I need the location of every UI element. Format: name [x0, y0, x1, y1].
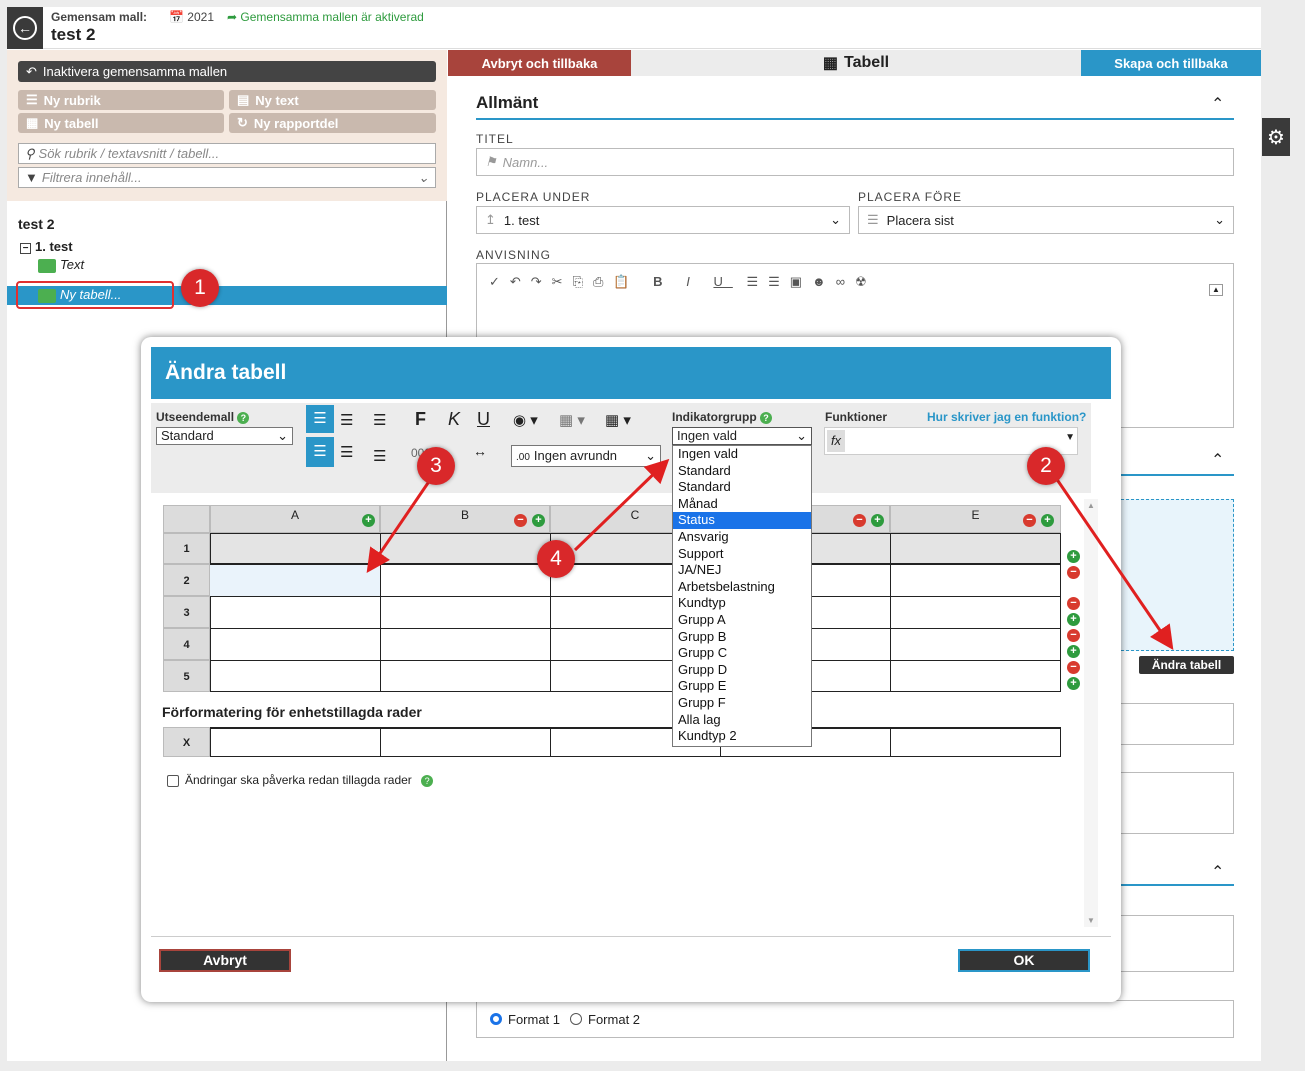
step-badge-1: 1 [181, 269, 219, 307]
arrow-3 [366, 479, 432, 573]
annotation-arrows [366, 458, 1174, 650]
arrow-2 [1054, 477, 1174, 650]
step-badge-3: 3 [417, 447, 455, 485]
step-badge-4: 4 [537, 540, 575, 578]
arrow-4 [573, 458, 670, 552]
step-badge-2: 2 [1027, 447, 1065, 485]
